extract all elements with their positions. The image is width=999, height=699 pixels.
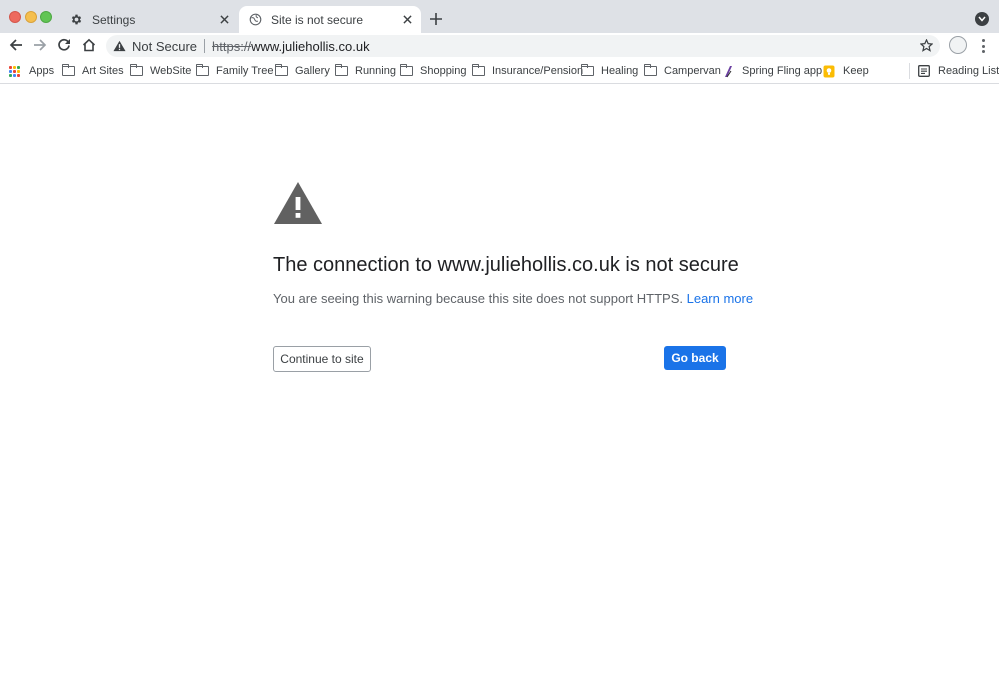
bookmark-apps[interactable]: Apps [9,63,54,79]
bookmark-label: Art Sites [82,65,124,77]
bookmark-label: Family Tree [216,65,274,77]
back-arrow-icon[interactable] [8,37,24,53]
folder-icon [400,64,414,77]
bookmark-label: Campervan [664,65,721,77]
url-host: www.juliehollis.co.uk [251,38,370,54]
learn-more-link[interactable]: Learn more [687,291,753,306]
bookmark-folder-gallery[interactable]: Gallery [275,63,330,79]
tab-search-chevron-icon[interactable] [975,12,989,26]
tab-title: Settings [92,12,136,27]
warning-triangle-icon [274,182,322,224]
bookmarks-bar: Apps Art Sites WebSite Family Tree Galle… [0,58,999,84]
close-tab-icon[interactable] [399,12,415,28]
reading-list-button[interactable]: Reading List [918,63,999,79]
bookmarks-divider [909,63,910,79]
folder-icon [62,64,76,77]
tab-strip: Settings Site is not secure [0,0,999,33]
bookmark-folder-healing[interactable]: Healing [581,63,638,79]
minimize-window-button[interactable] [25,11,37,23]
bookmark-folder-website[interactable]: WebSite [130,63,191,79]
bookmark-label: Keep [843,65,869,77]
bookmark-folder-art-sites[interactable]: Art Sites [62,63,124,79]
tab-settings[interactable]: Settings [60,6,238,33]
gear-icon [68,12,84,28]
zoom-window-button[interactable] [40,11,52,23]
folder-icon [130,64,144,77]
bookmark-spring-fling-app[interactable]: Spring Fling app [722,63,822,79]
reading-list-label: Reading List [938,65,999,77]
folder-icon [581,64,595,77]
address-bar[interactable]: Not Secure https:// www.juliehollis.co.u… [106,35,940,57]
bookmark-folder-shopping[interactable]: Shopping [400,63,467,79]
new-tab-plus-icon[interactable] [428,11,444,27]
folder-icon [275,64,289,77]
tab-title: Site is not secure [271,12,364,27]
explanation-text: You are seeing this warning because this… [273,291,753,306]
folder-icon [196,64,210,77]
bookmark-label: Shopping [420,65,467,77]
bookmark-keep[interactable]: Keep [823,63,869,79]
tab-site-not-secure[interactable]: Site is not secure [239,6,421,33]
bookmark-label: Apps [29,65,55,77]
folder-icon [644,64,658,77]
url-scheme: https:// [212,38,252,54]
bookmark-label: WebSite [150,65,192,77]
bookmark-folder-insurance-pension[interactable]: Insurance/Pension [472,63,583,79]
globe-icon [247,12,263,28]
security-status-label[interactable]: Not Secure [132,39,197,54]
bookmark-folder-running[interactable]: Running [335,63,396,79]
more-menu-icon[interactable] [980,38,986,54]
bookmark-label: Gallery [295,65,330,77]
close-tab-icon[interactable] [216,12,232,28]
omnibox-divider [204,39,206,53]
reload-icon[interactable] [56,37,72,53]
explanation-body: You are seeing this warning because this… [273,291,683,306]
reading-list-icon [918,65,932,77]
page-title: The connection to www.juliehollis.co.uk … [273,254,739,276]
bookmark-star-icon[interactable] [919,38,934,53]
bookmark-label: Running [355,65,396,77]
go-back-button[interactable]: Go back [664,346,726,370]
home-icon[interactable] [81,37,97,53]
bookmark-folder-family-tree[interactable]: Family Tree [196,63,273,79]
folder-icon [335,64,349,77]
forward-arrow-icon[interactable] [32,37,48,53]
continue-to-site-button[interactable]: Continue to site [273,346,371,372]
close-window-button[interactable] [9,11,21,23]
apps-grid-icon [9,65,23,77]
bookmark-label: Healing [601,65,639,77]
keep-icon [823,65,837,77]
profile-avatar[interactable] [949,36,967,54]
bookmark-label: Insurance/Pension [492,65,584,77]
folder-icon [472,64,486,77]
spring-fling-logo-icon [722,65,736,77]
warning-triangle-icon[interactable] [113,39,127,53]
bookmark-folder-campervan[interactable]: Campervan [644,63,721,79]
bookmark-label: Spring Fling app [742,65,823,77]
